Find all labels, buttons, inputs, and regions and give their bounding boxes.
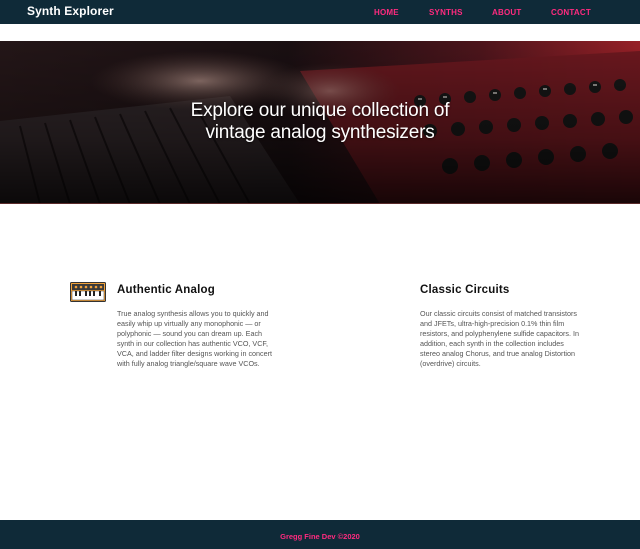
hero-headline-line2: vintage analog synthesizers [205, 122, 435, 143]
feature-title: Classic Circuits [420, 284, 510, 296]
navbar: Synth Explorer HOME SYNTHS ABOUT CONTACT [0, 0, 640, 24]
nav-link-home[interactable]: HOME [374, 8, 399, 17]
nav-link-contact[interactable]: CONTACT [551, 8, 591, 17]
nav-link-about[interactable]: ABOUT [492, 8, 521, 17]
feature-description: True analog synthesis allows you to quic… [117, 309, 273, 368]
nav-link-synths[interactable]: SYNTHS [429, 8, 463, 17]
feature-title: Authentic Analog [117, 284, 215, 296]
hero-headline-line1: Explore our unique collection of [190, 100, 450, 121]
hero-headline: Explore our unique collection of vintage… [0, 100, 640, 144]
footer-copyright: Gregg Fine Dev ©2020 [280, 532, 360, 541]
synth-keyboard-icon [70, 282, 106, 302]
brand-logo-text[interactable]: Synth Explorer [27, 4, 114, 18]
hero-banner: Explore our unique collection of vintage… [0, 41, 640, 204]
sound-wave-icon [375, 282, 405, 302]
footer: Gregg Fine Dev ©2020 [0, 520, 640, 549]
feature-description: Our classic circuits consist of matched … [420, 309, 580, 368]
